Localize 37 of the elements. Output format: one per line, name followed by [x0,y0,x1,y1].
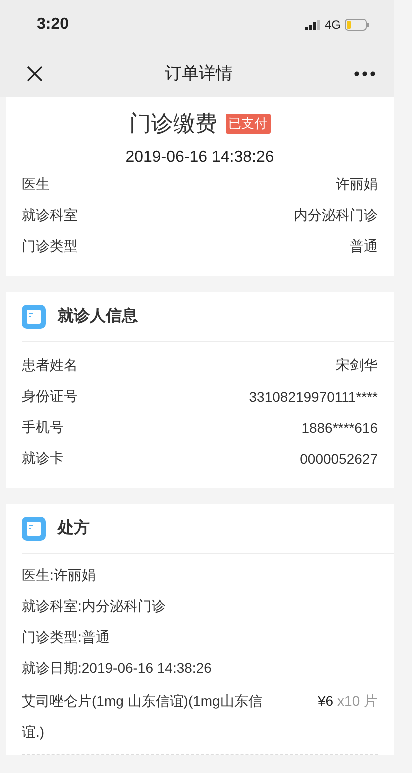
field-label: 身份证号 [22,388,78,406]
page-title: 订单详情 [165,63,233,85]
more-icon [354,70,376,76]
document-icon [22,304,46,328]
field-label: 就诊科室 [22,206,78,224]
more-button[interactable] [354,70,376,76]
field-label: 门诊类型 [22,238,78,256]
close-icon [26,64,44,82]
status-time: 3:20 [37,16,70,34]
prescription-info: 就诊日期:2019-06-16 14:38:26 [22,660,212,678]
field-value: 宋剑华 [336,356,378,374]
field-value: 33108219970111**** [249,388,378,404]
network-label: 4G [324,18,341,32]
field-label: 手机号 [22,418,64,436]
field-value: 普通 [350,238,378,256]
field-value: 许丽娟 [336,176,378,194]
field-value: 0000052627 [300,450,378,466]
prescription-info: 门诊类型:普通 [22,628,110,646]
field-label: 就诊卡 [22,450,64,468]
field-value: 内分泌科门诊 [294,206,378,224]
document-icon [22,516,46,540]
close-button[interactable] [26,64,44,82]
order-title: 门诊缴费 [130,110,218,138]
signal-icon [304,20,321,30]
section-title: 就诊人信息 [58,306,138,327]
order-datetime: 2019-06-16 14:38:26 [126,149,274,167]
field-label: 医生 [22,176,50,194]
battery-icon [345,19,370,31]
prescription-info: 医生:许丽娟 [22,566,96,584]
section-title: 处方 [58,518,90,539]
drug-quantity: x10 片 [338,692,378,711]
drug-price: ¥6 [318,692,334,711]
status-badge: 已支付 [226,114,270,134]
prescription-info: 就诊科室:内分泌科门诊 [22,598,166,616]
field-label: 患者姓名 [22,356,78,374]
field-value: 1886****616 [302,420,378,436]
drug-name: 艾司唑仑片(1mg 山东信谊)(1mg山东信谊.) [22,692,264,742]
